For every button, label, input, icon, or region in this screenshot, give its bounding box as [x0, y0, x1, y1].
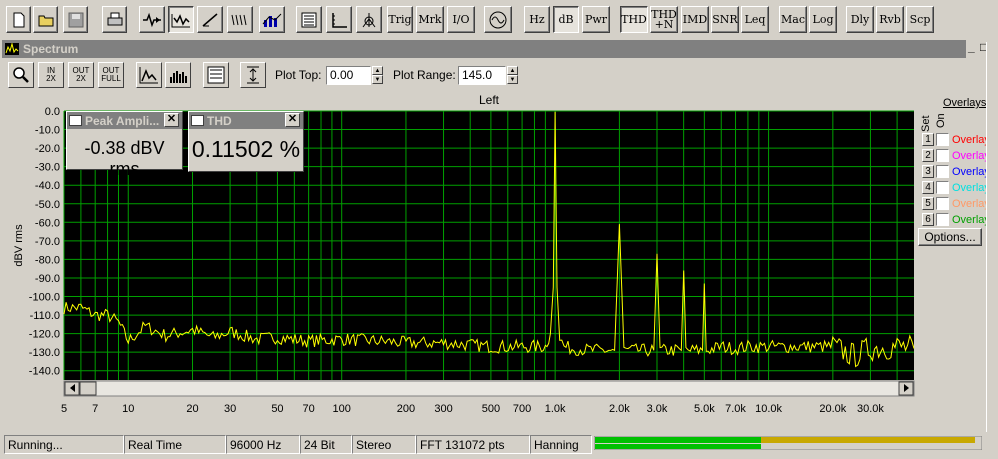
y-tick-label: -20.0	[35, 143, 60, 155]
level-meter-warn	[761, 437, 975, 443]
overlay-checkbox[interactable]	[936, 197, 949, 210]
spectrum-chart: Left 0.0 -10.0 -20.0 -30.0 -40.0 -50.0 -60.0 -7…	[13, 93, 915, 415]
status-text: Running...	[4, 435, 124, 454]
x-tick-label: 20	[186, 403, 198, 415]
peak-amplitude-readout[interactable]: Peak Ampli... ✕ -0.38 dBV rms	[66, 111, 183, 179]
y-tick-label: -120.0	[29, 329, 60, 341]
overlay-checkbox[interactable]	[936, 181, 949, 194]
overlay-set-button[interactable]: 4	[922, 181, 934, 194]
x-tick-label: 20.0k	[819, 403, 846, 415]
overlay-set-button[interactable]: 5	[922, 197, 934, 210]
y-axis-label: dBV rms	[13, 224, 25, 267]
x-tick-label: 5	[61, 403, 67, 415]
overlay-checkbox[interactable]	[936, 133, 949, 146]
chart-title: Left	[479, 93, 500, 107]
x-tick-label: 30.0k	[857, 403, 884, 415]
set-label: Set	[920, 115, 932, 132]
overlay-set-button[interactable]: 2	[922, 149, 934, 162]
x-tick-label: 30	[224, 403, 236, 415]
thd-readout[interactable]: THD ✕ 0.11502 %	[188, 111, 304, 172]
overlay-label: Overlay	[952, 197, 990, 210]
horizontal-scrollbar[interactable]	[63, 380, 915, 397]
overlay-set-button[interactable]: 3	[922, 165, 934, 178]
y-tick-label: 0.0	[45, 106, 60, 118]
overlay-row: 3 Overlay	[922, 164, 990, 179]
overlay-checkbox[interactable]	[936, 213, 949, 226]
y-tick-label: -110.0	[30, 310, 60, 322]
x-tick-label: 200	[397, 403, 415, 415]
y-tick-label: -90.0	[35, 273, 60, 285]
level-meter-bar-top	[595, 437, 761, 443]
readout-icon	[191, 115, 204, 126]
window-function-text: Hanning	[530, 435, 592, 454]
x-tick-label: 100	[333, 403, 351, 415]
close-icon[interactable]: ✕	[285, 113, 300, 127]
x-tick-label: 5.0k	[694, 403, 715, 415]
x-tick-label: 300	[434, 403, 452, 415]
overlay-checkbox[interactable]	[936, 165, 949, 178]
y-tick-label: -30.0	[35, 162, 60, 174]
close-icon[interactable]: ✕	[164, 113, 179, 127]
x-tick-label: 50	[271, 403, 283, 415]
overlay-row: 2 Overlay	[922, 148, 990, 163]
readout-icon	[69, 115, 82, 126]
x-tick-label: 70	[303, 403, 315, 415]
overlay-row: 1 Overlay	[922, 132, 990, 147]
sample-rate-text: 96000 Hz	[226, 435, 300, 454]
x-tick-label: 7	[92, 403, 98, 415]
scroll-thumb[interactable]	[79, 381, 97, 396]
overlay-row: 4 Overlay	[922, 180, 990, 195]
thd-value: 0.11502 %	[191, 136, 301, 162]
overlay-label: Overlay	[952, 149, 990, 162]
peak-amplitude-value: -0.38 dBV rms	[84, 138, 165, 179]
readout-titlebar[interactable]: THD ✕	[189, 112, 303, 129]
level-meter	[594, 436, 982, 450]
overlay-set-button[interactable]: 1	[922, 133, 934, 146]
mode-text: Real Time	[124, 435, 226, 454]
x-tick-label: 700	[513, 403, 531, 415]
readout-titlebar[interactable]: Peak Ampli... ✕	[67, 112, 182, 129]
level-meter-bar-bottom	[595, 444, 761, 449]
overlay-label: Overlay	[952, 181, 990, 194]
y-tick-label: -50.0	[35, 199, 60, 211]
overlay-row: 5 Overlay	[922, 196, 990, 211]
y-tick-label: -10.0	[35, 125, 60, 137]
overlay-set-button[interactable]: 6	[922, 213, 934, 226]
fft-size-text: FFT 131072 pts	[416, 435, 530, 454]
overlay-label: Overlay	[952, 133, 990, 146]
channels-text: Stereo	[352, 435, 416, 454]
overlay-label: Overlay	[952, 165, 990, 178]
overlay-label: Overlay	[952, 213, 990, 226]
y-tick-label: -40.0	[35, 180, 60, 192]
y-tick-label: -70.0	[35, 236, 60, 248]
x-tick-label: 500	[482, 403, 500, 415]
y-tick-label: -60.0	[35, 217, 60, 229]
y-tick-label: -100.0	[29, 292, 60, 304]
bit-depth-text: 24 Bit	[300, 435, 352, 454]
vertical-scrollbar[interactable]	[986, 42, 998, 432]
options-button[interactable]: Options...	[918, 228, 982, 246]
x-tick-label: 2.0k	[609, 403, 630, 415]
x-tick-label: 3.0k	[647, 403, 668, 415]
x-tick-label: 7.0k	[725, 403, 746, 415]
y-tick-label: -140.0	[29, 366, 60, 378]
x-tick-label: 10	[122, 403, 134, 415]
status-bar: Running... Real Time 96000 Hz 24 Bit Ste…	[0, 433, 998, 459]
on-label: On	[935, 113, 947, 128]
x-tick-label: 1.0k	[545, 403, 566, 415]
y-tick-label: -80.0	[35, 254, 60, 266]
x-tick-label: 10.0k	[755, 403, 782, 415]
overlay-row: 6 Overlay	[922, 212, 990, 227]
overlay-checkbox[interactable]	[936, 149, 949, 162]
y-tick-label: -130.0	[29, 347, 60, 359]
overlays-header[interactable]: Overlays	[943, 97, 986, 109]
